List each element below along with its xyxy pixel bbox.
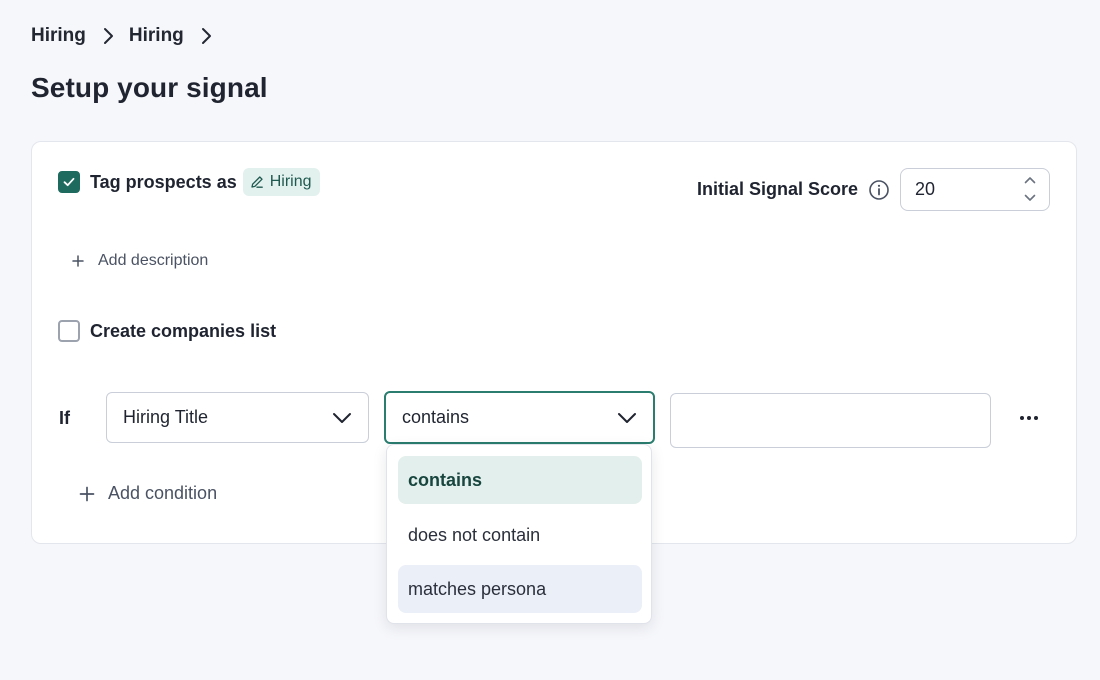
chevron-down-icon bbox=[333, 413, 351, 423]
add-description-label: Add description bbox=[98, 252, 209, 269]
add-condition-label: Add condition bbox=[108, 483, 218, 503]
checkmark-icon bbox=[63, 177, 75, 187]
add-description-button[interactable]: Add description bbox=[70, 252, 208, 270]
tag-prospects-checkbox[interactable] bbox=[58, 171, 80, 193]
plus-icon bbox=[78, 485, 96, 503]
tag-prospects-label: Tag prospects as bbox=[90, 171, 237, 192]
condition-operator-value: contains bbox=[402, 407, 470, 427]
initial-score-label: Initial Signal Score bbox=[696, 179, 858, 199]
tag-chip[interactable]: Hiring bbox=[242, 168, 320, 196]
chevron-down-icon[interactable] bbox=[1023, 192, 1037, 203]
condition-value-field bbox=[670, 393, 991, 448]
companies-list-row: Create companies list bbox=[58, 320, 276, 342]
tag-chip-label: Hiring bbox=[269, 173, 312, 190]
chevron-right-icon bbox=[198, 28, 214, 44]
add-condition-button[interactable]: Add condition bbox=[78, 483, 217, 504]
chevron-up-icon[interactable] bbox=[1023, 175, 1037, 186]
operator-option-contains[interactable]: contains bbox=[398, 456, 642, 504]
condition-operator-select[interactable]: contains bbox=[384, 391, 655, 444]
chevron-right-icon bbox=[100, 28, 116, 44]
operator-option-does-not-contain[interactable]: does not contain bbox=[398, 511, 642, 559]
companies-list-checkbox[interactable] bbox=[58, 320, 80, 342]
operator-option-matches-persona[interactable]: matches persona bbox=[398, 565, 642, 613]
initial-score-group: Initial Signal Score bbox=[697, 168, 1050, 211]
initial-score-input-wrapper bbox=[900, 168, 1050, 211]
score-stepper bbox=[1023, 175, 1037, 203]
condition-field-select[interactable]: Hiring Title bbox=[106, 392, 369, 443]
companies-list-label: Create companies list bbox=[90, 320, 277, 341]
tag-prospects-row: Tag prospects as Hiring bbox=[58, 168, 320, 196]
info-icon[interactable] bbox=[868, 179, 890, 201]
page-title: Setup your signal bbox=[31, 72, 268, 103]
chevron-down-icon bbox=[618, 413, 636, 423]
breadcrumb-item[interactable]: Hiring bbox=[31, 25, 86, 47]
breadcrumb: Hiring Hiring bbox=[31, 24, 227, 48]
condition-more-button[interactable] bbox=[1018, 408, 1040, 428]
condition-value-input[interactable] bbox=[671, 394, 990, 447]
condition-field-value: Hiring Title bbox=[123, 407, 209, 427]
operator-dropdown-menu: contains does not contain matches person… bbox=[386, 444, 652, 624]
if-label: If bbox=[59, 408, 70, 428]
plus-icon bbox=[70, 253, 86, 269]
signal-setup-page: Hiring Hiring Setup your signal Tag pros… bbox=[0, 0, 1100, 680]
ellipsis-icon bbox=[1020, 416, 1038, 420]
initial-score-input[interactable] bbox=[915, 179, 1015, 200]
pencil-icon bbox=[251, 176, 263, 188]
breadcrumb-item[interactable]: Hiring bbox=[129, 25, 184, 47]
